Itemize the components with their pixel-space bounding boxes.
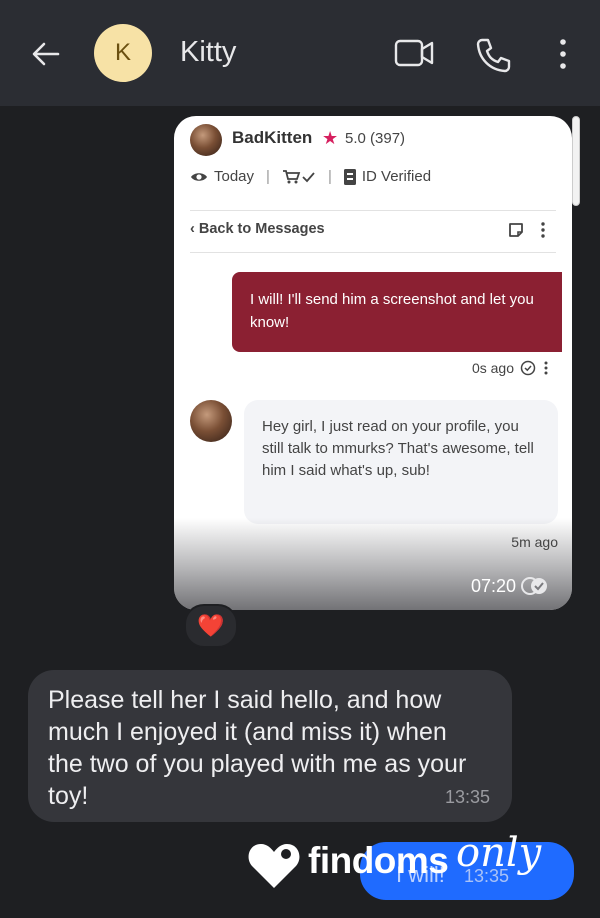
screenshot-image-message[interactable]: BadKitten ★ 5.0 (397) Today | | ID Verif… bbox=[174, 116, 572, 610]
back-arrow-icon[interactable] bbox=[28, 36, 64, 72]
thread-options-icon[interactable] bbox=[539, 221, 547, 239]
message-text: Please tell her I said hello, and how mu… bbox=[48, 686, 467, 810]
divider bbox=[190, 210, 556, 211]
heart-logo-icon bbox=[248, 844, 300, 888]
back-to-messages-link[interactable]: ‹ Back to Messages bbox=[190, 221, 325, 237]
video-call-icon[interactable] bbox=[394, 36, 434, 70]
watermark-script: only bbox=[456, 830, 542, 876]
incoming-text-message[interactable]: Please tell her I said hello, and how mu… bbox=[28, 670, 512, 822]
sent-check-icon bbox=[520, 360, 536, 376]
contact-avatar[interactable]: K bbox=[94, 24, 152, 82]
star-icon: ★ bbox=[322, 128, 339, 148]
seller-rating: 5.0 (397) bbox=[345, 130, 406, 147]
image-message-time: 07:20 bbox=[470, 576, 516, 596]
id-card-icon bbox=[343, 168, 356, 185]
seller-name: BadKitten bbox=[232, 128, 313, 147]
verified-label: ID Verified bbox=[361, 168, 432, 185]
incoming-message-time: 5m ago bbox=[511, 534, 558, 550]
seller-avatar bbox=[190, 124, 222, 156]
message-time: 13:35 bbox=[444, 787, 490, 807]
phone-call-icon[interactable] bbox=[474, 36, 512, 74]
delivered-check-icon bbox=[521, 577, 547, 595]
watermark-text: findoms bbox=[308, 840, 449, 881]
contact-name[interactable]: Kitty bbox=[180, 36, 236, 69]
more-options-icon[interactable] bbox=[552, 36, 574, 72]
image-scrollbar[interactable] bbox=[572, 116, 580, 206]
chat-header: K Kitty bbox=[0, 0, 600, 106]
incoming-message: Hey girl, I just read on your profile, y… bbox=[244, 400, 558, 524]
divider bbox=[190, 252, 556, 253]
outgoing-message: I will! I'll send him a screenshot and l… bbox=[232, 272, 562, 352]
eye-icon bbox=[191, 172, 207, 181]
seen-label: Today bbox=[214, 168, 255, 185]
sender-avatar bbox=[190, 400, 232, 442]
cart-check-icon bbox=[282, 169, 315, 183]
note-icon[interactable] bbox=[508, 222, 524, 238]
outgoing-message-meta: 0s ago bbox=[472, 360, 550, 376]
heart-reaction[interactable]: ❤️ bbox=[184, 604, 238, 648]
seller-meta: Today | | ID Verified bbox=[190, 168, 431, 185]
message-options-icon bbox=[544, 361, 548, 375]
